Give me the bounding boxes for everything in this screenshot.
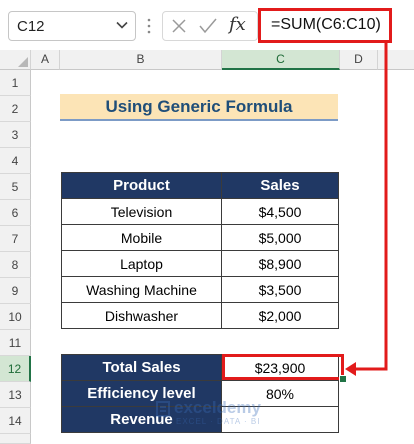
watermark: exceldemy EXCEL · DATA · BI xyxy=(154,398,294,430)
annotation-arrow xyxy=(345,41,388,376)
watermark-name: exceldemy xyxy=(174,398,261,417)
exceldemy-logo-icon xyxy=(156,401,170,417)
watermark-tag: EXCEL · DATA · BI xyxy=(176,417,261,426)
arrowhead-icon xyxy=(345,362,356,376)
